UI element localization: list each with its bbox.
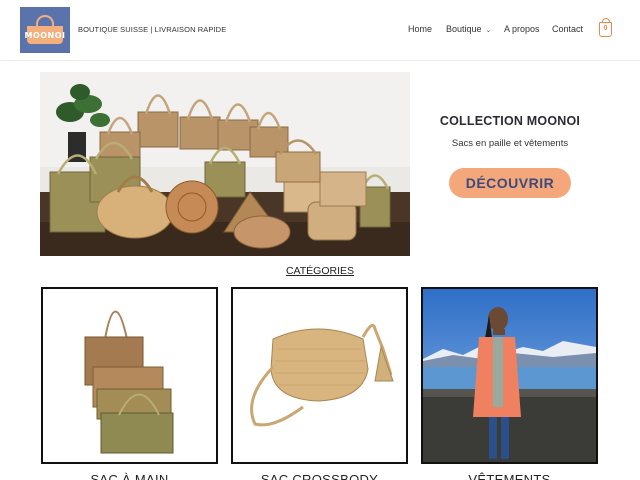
site-tagline: BOUTIQUE SUISSE | LIVRAISON RAPIDE (78, 25, 227, 34)
cart-count: 0 (603, 25, 608, 32)
category-card-vetements[interactable] (421, 287, 598, 464)
category-label-sac-crossbody[interactable]: SAC CROSSBODY (231, 472, 408, 480)
category-card-sac-crossbody[interactable] (231, 287, 408, 464)
bag-logo-icon: MOONOI (24, 15, 66, 44)
nav-contact[interactable]: Contact (552, 24, 583, 34)
nav-boutique-label: Boutique (446, 24, 482, 34)
collection-title: COLLECTION MOONOI (439, 114, 581, 128)
site-logo[interactable]: MOONOI (20, 7, 70, 53)
site-header: MOONOI BOUTIQUE SUISSE | LIVRAISON RAPID… (0, 0, 640, 61)
category-card-sac-a-main[interactable] (41, 287, 218, 464)
cart-icon[interactable]: 0 (599, 18, 612, 37)
category-label-vetements[interactable]: VÊTEMENTS (421, 472, 598, 480)
nav-home[interactable]: Home (408, 24, 432, 34)
categories-heading[interactable]: CATÉGORIES (260, 265, 380, 277)
logo-text: MOONOI (24, 30, 66, 40)
chevron-down-icon: ⌄ (485, 27, 492, 34)
nav-a-propos[interactable]: A propos (504, 24, 540, 34)
category-label-sac-a-main[interactable]: SAC À MAIN (41, 472, 218, 480)
nav-boutique[interactable]: Boutique ⌄ (446, 24, 491, 34)
hero-bags-photo (40, 72, 410, 256)
collection-subtitle: Sacs en paille et vêtements (451, 138, 569, 149)
discover-button[interactable]: DÉCOUVRIR (449, 168, 571, 198)
